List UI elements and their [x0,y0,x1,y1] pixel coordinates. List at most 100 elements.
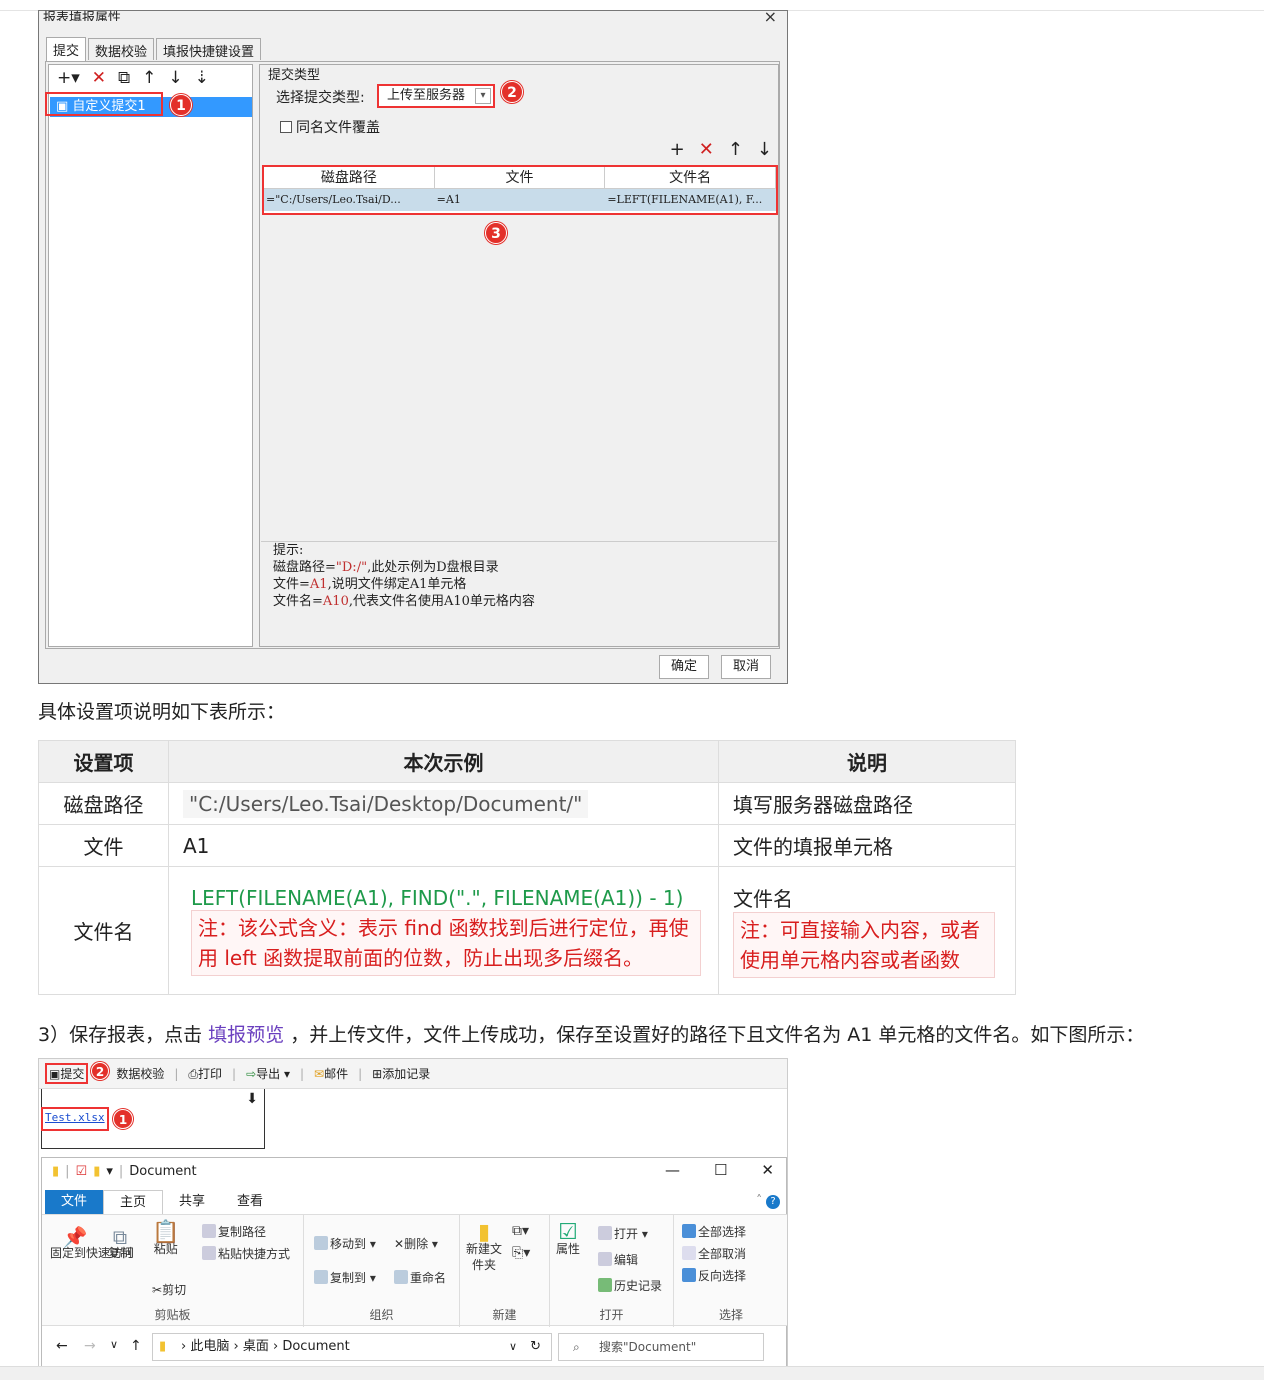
move-to-button[interactable]: 移动到 ▾ [314,1235,376,1252]
submit-list-toolbar: +▾ ✕ ⧉ ↑ ↓ ⇣ [49,65,252,91]
rename-button[interactable]: 重命名 [394,1269,446,1286]
folder-icon: ▮ [159,1339,167,1354]
copy-to-button[interactable]: 复制到 ▾ [314,1269,376,1286]
breadcrumb-document[interactable]: Document [282,1339,349,1354]
formula-text: LEFT(FILENAME(A1), FIND(".", FILENAME(A1… [191,885,684,910]
open-icon [598,1226,612,1240]
select-all-button[interactable]: 全部选择 [682,1223,746,1240]
help-icon[interactable]: ˄ ? [756,1193,780,1209]
tab-shortcut-settings[interactable]: 填报快捷键设置 [156,38,262,60]
data-validation-button[interactable]: 数据校验 [116,1065,164,1082]
up-icon[interactable]: ↑ [130,1338,142,1354]
tab-view[interactable]: 查看 [221,1190,279,1214]
delete-icon: ✕ [394,1237,405,1251]
edit-button[interactable]: 编辑 [598,1251,638,1268]
easy-access-icon[interactable]: ⎘▾ [512,1245,530,1261]
uploaded-file-link[interactable]: Test.xlsx [45,1111,105,1124]
overwrite-label: 同名文件覆盖 [296,120,380,136]
open-button[interactable]: 打开 ▾ [598,1225,648,1242]
row-down-icon[interactable]: ↓ [757,139,772,160]
select-none-icon [682,1246,696,1260]
submit-button[interactable]: ▣提交 [45,1063,89,1084]
minimize-icon[interactable]: — [665,1161,680,1179]
back-icon[interactable]: ← [56,1338,68,1354]
setting-desc: 填写服务器磁盘路径 [718,782,1016,825]
column-header: 本次示例 [168,740,719,783]
cancel-button[interactable]: 取消 [721,655,771,679]
breadcrumb-desktop[interactable]: 桌面 [243,1339,269,1354]
clipboard-group: 📌 固定到快速访问 ⧉ 复制 📋 粘贴 复制路径 粘贴快捷方式 ✂剪切 剪贴板 [42,1215,304,1327]
paste-button[interactable]: 📋 粘贴 [152,1222,179,1257]
sort-icon[interactable]: ⇣ [195,68,209,88]
close-icon[interactable]: ✕ [761,1161,774,1179]
copy-icon[interactable]: ⧉ [118,68,130,88]
setting-example: "C:/Users/Leo.Tsai/Desktop/Document/" [168,782,719,825]
email-button[interactable]: ✉邮件 [314,1065,348,1082]
maximize-icon[interactable]: ☐ [714,1161,727,1179]
print-button[interactable]: ⎙打印 [188,1065,222,1082]
delete-icon[interactable]: ✕ [92,68,106,88]
delete-row-icon[interactable]: ✕ [699,139,714,160]
forward-icon[interactable]: → [84,1338,96,1354]
select-none-button[interactable]: 全部取消 [682,1245,746,1262]
table-cell[interactable]: =LEFT(FILENAME(A1), F... [605,189,776,211]
chevron-down-icon[interactable]: ▾ [475,88,491,104]
copy-button[interactable]: ⧉ 复制 [108,1225,132,1261]
tab-share[interactable]: 共享 [163,1190,221,1214]
search-input[interactable]: ⌕ 搜索"Document" [558,1333,764,1361]
window-title: Document [129,1164,197,1179]
refresh-icon[interactable]: ↻ [530,1334,541,1360]
group-label: 组织 [369,1308,394,1322]
table-cell[interactable]: ="C:/Users/Leo.Tsai/D... [264,189,435,211]
table-row: 文件 A1 文件的填报单元格 [38,824,1016,867]
ok-button[interactable]: 确定 [659,655,709,679]
properties-button[interactable]: ☑ 属性 [556,1222,580,1257]
folder-icon: ▮ [93,1164,101,1179]
move-down-icon[interactable]: ↓ [168,68,182,88]
add-record-icon: ⊞ [372,1067,383,1081]
table-row: 文件名 LEFT(FILENAME(A1), FIND(".", FILENAM… [38,866,1016,995]
table-cell[interactable]: =A1 [435,189,606,211]
download-icon[interactable]: ⬇ [246,1091,258,1107]
pin-quick-access-button[interactable]: 📌 固定到快速访问 [50,1227,134,1261]
row-up-icon[interactable]: ↑ [728,139,743,160]
dialog-tabs: 提交 数据校验 填报快捷键设置 [46,37,263,61]
add-record-button[interactable]: ⊞添加记录 [372,1065,430,1082]
address-bar[interactable]: ▮ › 此电脑 › 桌面 › Document ∨ ↻ [152,1333,552,1361]
setting-example: LEFT(FILENAME(A1), FIND(".", FILENAME(A1… [168,866,719,995]
invert-selection-button[interactable]: 反向选择 [682,1267,746,1284]
export-icon: ⇨ [246,1067,257,1081]
export-button[interactable]: ⇨导出 ▾ [246,1065,290,1082]
submit-type-select[interactable]: 上传至服务器 ▾ [377,84,495,108]
tab-data-validation[interactable]: 数据校验 [88,38,155,60]
tab-home[interactable]: 主页 [103,1190,164,1214]
move-icon [314,1236,328,1250]
setting-item: 磁盘路径 [38,782,169,825]
breadcrumb-this-pc[interactable]: 此电脑 [190,1339,229,1354]
new-folder-button[interactable]: ▮ 新建文件夹 [466,1222,502,1273]
copy-path-button[interactable]: 复制路径 [202,1223,266,1240]
table-row[interactable]: ="C:/Users/Leo.Tsai/D... =A1 =LEFT(FILEN… [264,189,776,211]
delete-button[interactable]: ✕删除 ▾ [394,1235,438,1252]
tab-file[interactable]: 文件 [45,1190,104,1214]
group-label: 剪贴板 [154,1308,191,1322]
select-all-icon [682,1224,696,1238]
setting-desc: 文件名 注：可直接输入内容，或者使用单元格内容或者函数 [718,866,1016,995]
fill-preview-link[interactable]: 填报预览 [208,1024,284,1046]
overwrite-checkbox[interactable]: 同名文件覆盖 [280,117,380,137]
move-up-icon[interactable]: ↑ [142,68,156,88]
tab-submit[interactable]: 提交 [46,37,87,61]
copy-icon: ⧉ [112,1225,128,1249]
submit-list-pane: +▾ ✕ ⧉ ↑ ↓ ⇣ ▣ 自定义提交1 [48,64,253,647]
new-item-icon[interactable]: ⧉▾ [512,1223,529,1239]
add-row-icon[interactable]: + [670,139,685,160]
paste-shortcut-button[interactable]: 粘贴快捷方式 [202,1245,290,1262]
cut-button[interactable]: ✂剪切 [152,1281,186,1298]
chevron-down-icon[interactable]: ∨ [110,1338,118,1351]
report-fill-properties-dialog: 报表填报属性 × 提交 数据校验 填报快捷键设置 +▾ ✕ ⧉ ↑ ↓ ⇣ ▣ … [38,7,788,684]
history-button[interactable]: 历史记录 [598,1277,662,1294]
checkbox-box[interactable] [280,121,292,133]
close-icon[interactable]: × [764,7,777,26]
add-icon[interactable]: +▾ [57,68,80,88]
edit-icon [598,1252,612,1266]
